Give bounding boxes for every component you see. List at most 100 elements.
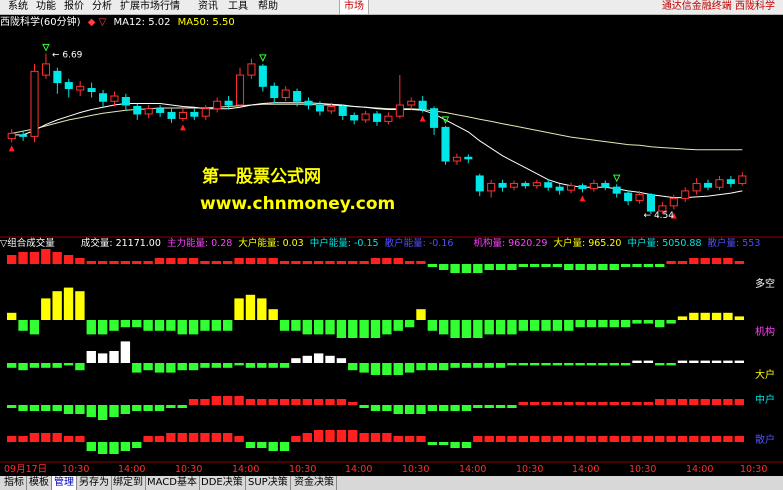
jigou-bar <box>518 320 528 331</box>
indicator-arrows[interactable]: ◆ ▽ <box>88 17 107 28</box>
menu-tools[interactable]: 工具 <box>226 0 250 14</box>
menu-extended-market[interactable]: 扩展市场行情 <box>118 0 182 14</box>
dahu-bar <box>75 363 85 371</box>
candle-body <box>98 93 108 102</box>
duokong-bar <box>302 261 312 264</box>
duokong-bar <box>564 264 574 270</box>
sanhu-bar <box>723 436 733 442</box>
duokong-bar <box>439 264 449 270</box>
sanhu-bar <box>734 436 744 442</box>
dahu-bar <box>598 363 608 366</box>
jigou-bar <box>655 320 665 328</box>
duokong-bar <box>655 264 665 267</box>
sanhu-bar <box>484 436 494 442</box>
tab-sup-decision[interactable]: SUP决策 <box>246 476 291 490</box>
candle-body <box>304 100 313 106</box>
duokong-bar <box>700 258 710 264</box>
candle-body <box>110 95 119 102</box>
time-label: 10:30 <box>289 464 317 475</box>
market-tab[interactable]: 市场 <box>339 0 369 14</box>
tab-macd-basic[interactable]: MACD基本 <box>145 476 200 490</box>
duokong-bar <box>541 264 551 267</box>
candle-body <box>30 70 39 137</box>
sanhu-bar <box>427 442 438 445</box>
menu-news[interactable]: 资讯 <box>196 0 220 14</box>
dahu-bar <box>223 363 233 368</box>
dahu-bar <box>450 363 460 368</box>
zhonghu-bar <box>359 405 369 408</box>
zhonghu-bar <box>598 402 608 405</box>
zhonghu-bar <box>41 405 51 411</box>
candle-body <box>624 192 633 202</box>
dahu-bar <box>211 363 222 368</box>
jigou-bar <box>393 320 403 331</box>
sanhu-bar <box>700 436 710 442</box>
tab-fund-decision[interactable]: 资金决策 <box>292 476 337 490</box>
candle-body <box>464 156 473 160</box>
sanhu-bar <box>313 430 324 442</box>
menu-quote[interactable]: 报价 <box>62 0 86 14</box>
candle-body <box>646 194 656 212</box>
menu-help[interactable]: 帮助 <box>256 0 280 14</box>
menu-function[interactable]: 功能 <box>34 0 58 14</box>
zhonghu-bar <box>109 405 119 417</box>
sell-arrow-icon <box>42 43 50 52</box>
buy-arrow-icon <box>179 124 186 131</box>
sanhu-bar <box>393 436 403 442</box>
sanhu-bar <box>63 436 74 442</box>
menu-system[interactable]: 系统 <box>6 0 30 14</box>
duokong-bar <box>234 258 244 264</box>
buy-arrow-icon <box>8 145 15 152</box>
tab-manage[interactable]: 管理 <box>52 476 77 490</box>
zhonghu-bar <box>52 405 62 411</box>
sanhu-bar <box>461 442 472 448</box>
candle-body <box>338 105 347 116</box>
candle-body <box>7 132 16 140</box>
menu-analysis[interactable]: 分析 <box>90 0 114 14</box>
tab-template[interactable]: 模板 <box>27 476 52 490</box>
duokong-bar <box>97 261 108 264</box>
tab-indicator[interactable]: 指标 <box>2 476 27 490</box>
dahu-bar <box>29 363 40 368</box>
dahu-bar <box>177 363 187 371</box>
jigou-bar <box>427 320 438 331</box>
time-label: 10:30 <box>740 464 768 475</box>
duokong-bar <box>734 261 744 264</box>
duokong-bar <box>211 261 222 264</box>
dahu-bar <box>52 363 62 368</box>
candle-body <box>452 156 461 162</box>
dahu-bar <box>723 360 733 363</box>
tab-dde-decision[interactable]: DDE决策 <box>199 476 246 490</box>
zhonghu-bar <box>711 399 722 405</box>
candle-body <box>247 63 256 76</box>
sanhu-bar <box>234 436 244 442</box>
duokong-bar <box>552 264 563 267</box>
sanhu-bar <box>382 433 392 442</box>
duokong-bar <box>336 261 347 264</box>
volume-indicator-chart[interactable] <box>0 236 783 463</box>
jigou-bar <box>86 320 96 335</box>
candle-body <box>612 186 621 194</box>
sub-indicator-title[interactable]: ▽组合成交量 <box>0 238 55 249</box>
candle-body <box>407 100 416 106</box>
dahu-bar <box>620 363 631 366</box>
time-label: 10:30 <box>516 464 544 475</box>
sanhu-bar <box>336 430 347 442</box>
low-price-label: ← 4.54 <box>644 211 675 221</box>
watermark-title: 第一股票公式网 <box>202 167 321 187</box>
dahu-bar <box>666 363 676 366</box>
candle-body <box>315 104 324 112</box>
dahu-bar <box>336 358 347 363</box>
sanhu-bar <box>279 442 290 451</box>
sanhu-bar <box>7 436 17 442</box>
dahu-bar <box>97 353 108 363</box>
zhonghu-bar <box>245 399 256 405</box>
jigou-bar <box>495 320 506 335</box>
tab-bind-to[interactable]: 绑定到 <box>111 476 146 490</box>
sanhu-bar <box>598 436 608 442</box>
sanhu-bar <box>564 436 574 442</box>
tab-save-as[interactable]: 另存为 <box>77 476 112 490</box>
sanhu-bar <box>200 433 210 442</box>
jigou-bar <box>700 312 710 320</box>
duokong-bar <box>666 261 676 264</box>
